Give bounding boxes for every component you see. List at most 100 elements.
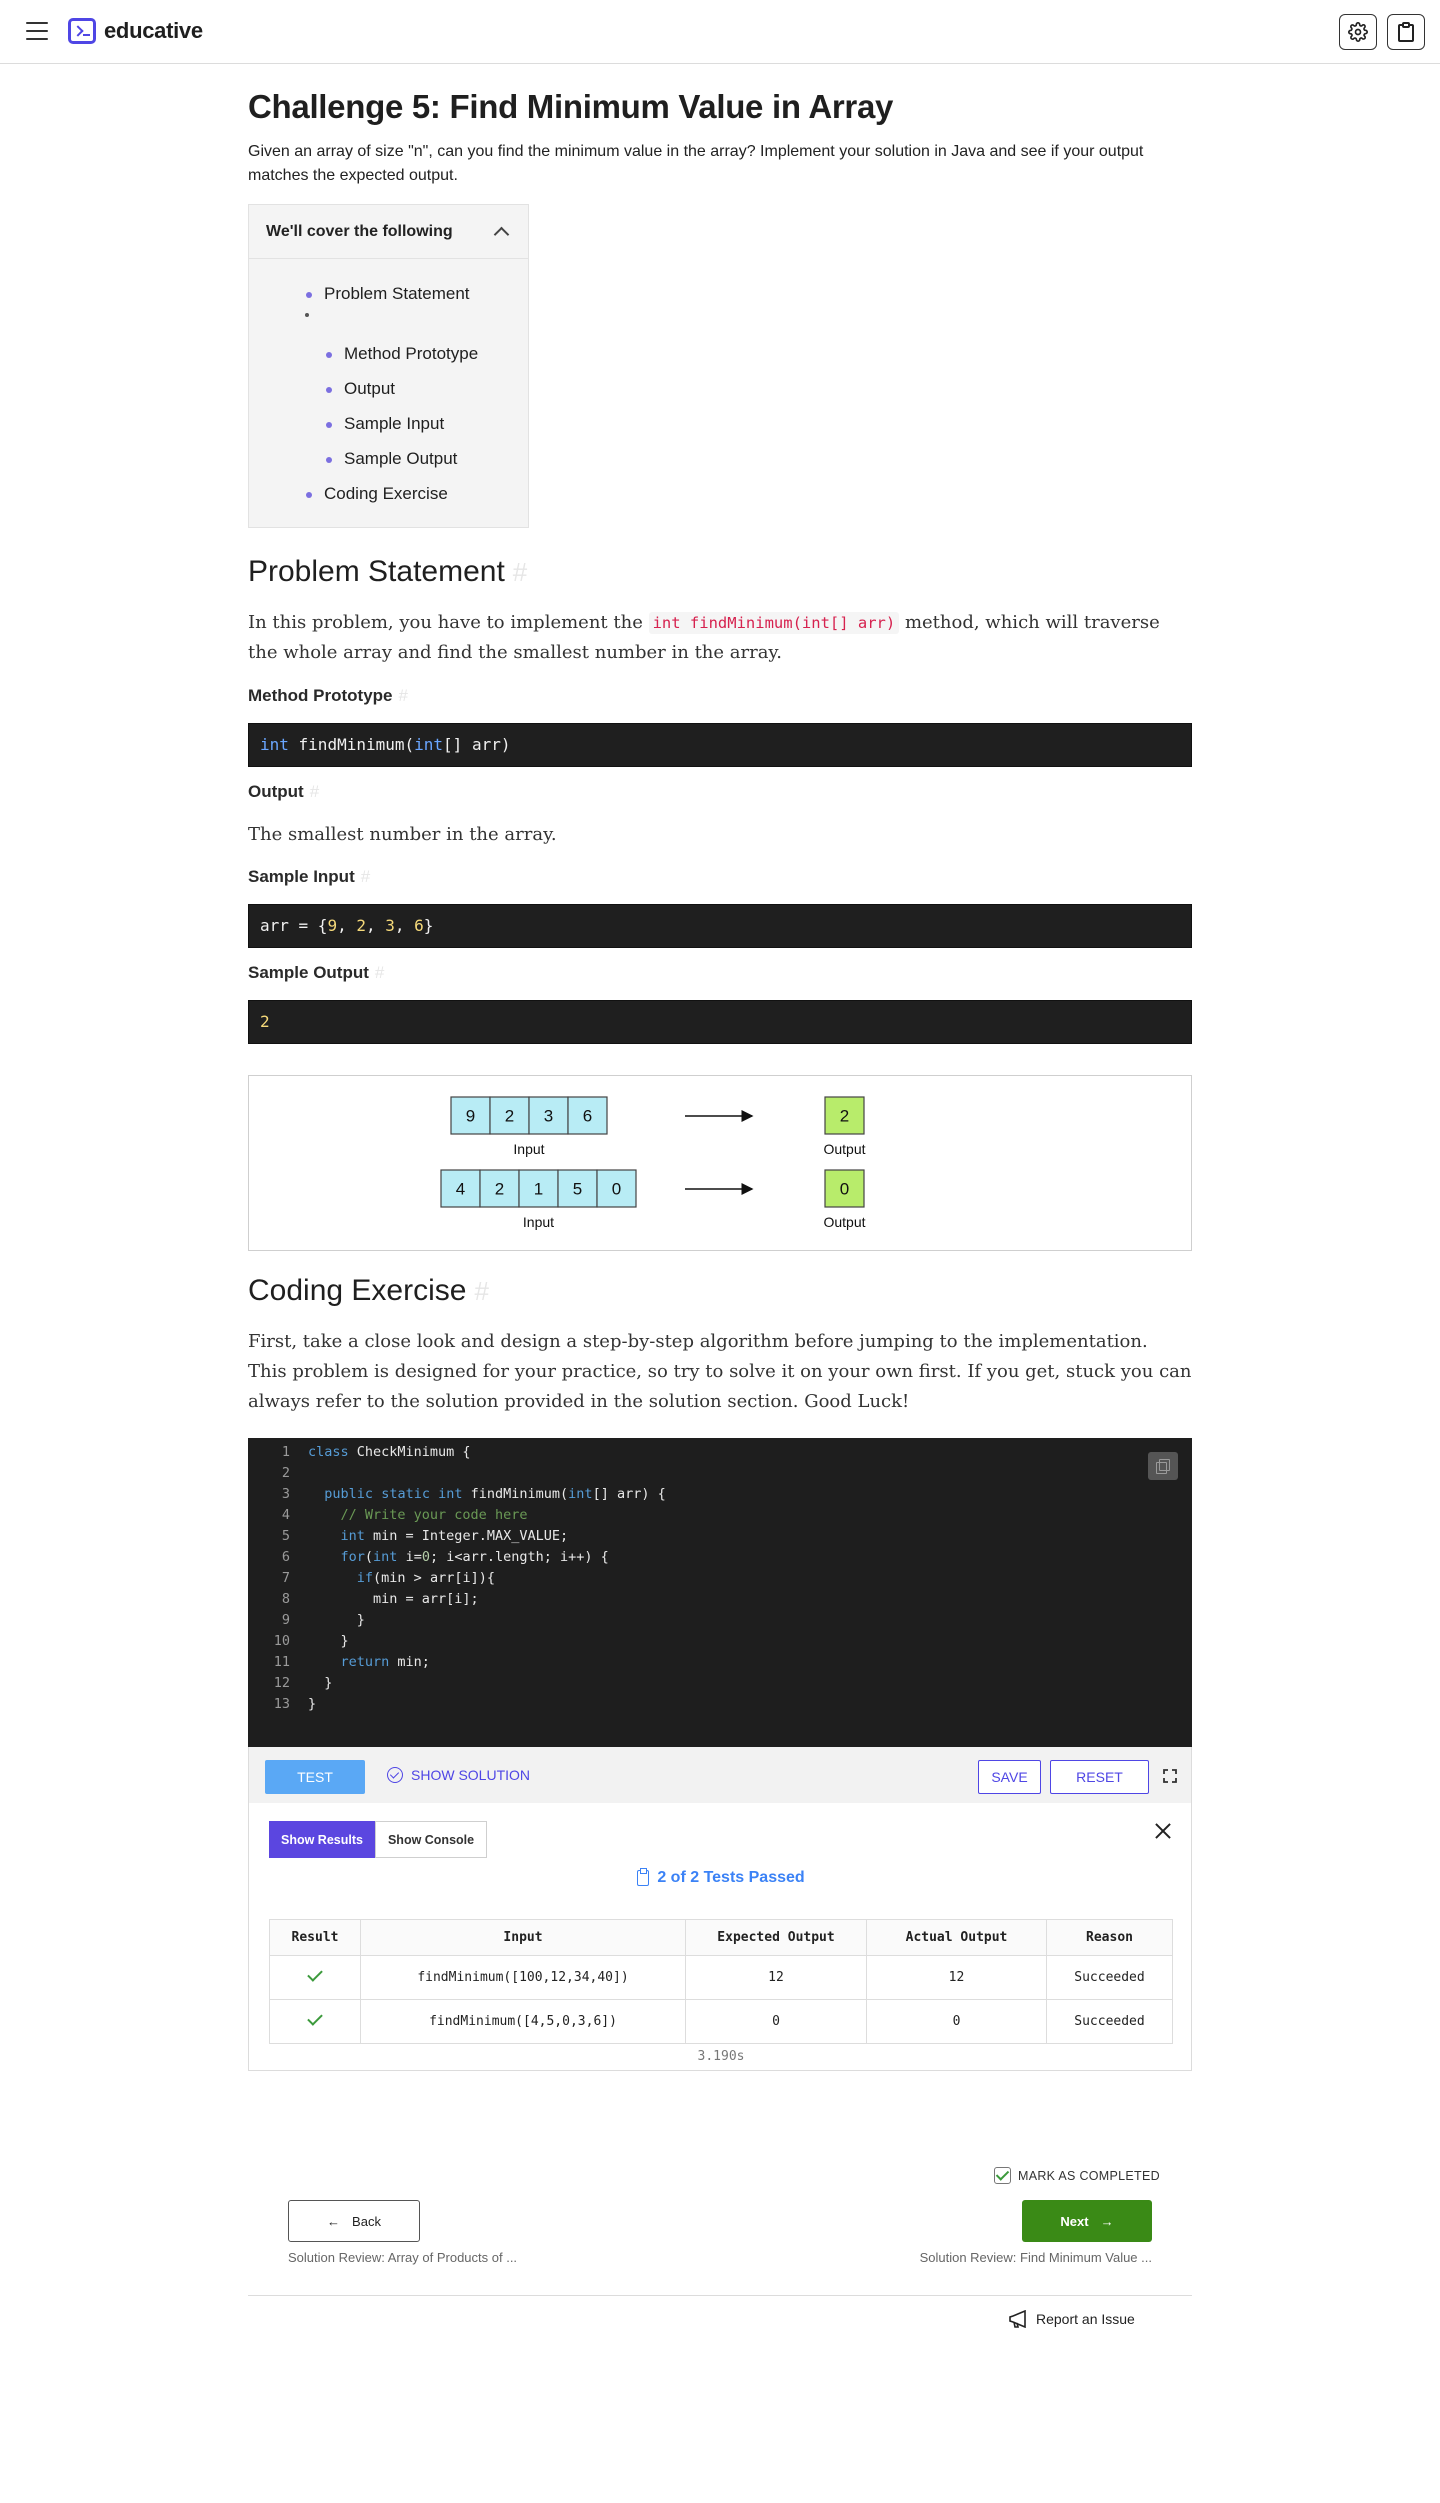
actual-cell: 12 — [866, 1955, 1047, 2000]
reason-cell: Succeeded — [1046, 1999, 1173, 2044]
tests-summary-label: 2 of 2 Tests Passed — [657, 1869, 805, 1886]
notes-button[interactable] — [1387, 14, 1425, 50]
line-number: 7 — [281, 1570, 290, 1586]
code-text: int min = Integer.MAX_VALUE; — [340, 1528, 569, 1544]
line-number: 2 — [281, 1465, 290, 1481]
code-line: 11 return min; — [248, 1654, 1192, 1675]
intro-text: Given an array of size "n", can you find… — [248, 143, 1144, 184]
code-text: } — [308, 1696, 317, 1712]
line-number: 6 — [281, 1549, 290, 1565]
line-number: 3 — [281, 1486, 290, 1502]
show-console-tab[interactable]: Show Console — [374, 1821, 488, 1858]
code-line: 4 // Write your code here — [248, 1507, 1192, 1528]
close-icon[interactable] — [1155, 1823, 1171, 1839]
method-prototype-code: int findMinimum(int[] arr) — [248, 723, 1192, 767]
table-row: findMinimum([4,5,0,3,6]) 0 0 Succeeded — [269, 1999, 1173, 2044]
previous-lesson-link[interactable]: Solution Review: Array of Products of ..… — [288, 2250, 517, 2265]
toc-empty-bullet — [305, 313, 309, 317]
checkbox-checked-icon — [994, 2167, 1011, 2184]
code-text: for(int i=0; i<arr.length; i++) { — [340, 1549, 609, 1565]
chevron-up-icon — [493, 226, 510, 243]
input-label: Input — [513, 1141, 544, 1157]
toc-item-problem-statement[interactable]: Problem Statement — [306, 284, 470, 304]
back-button[interactable]: ← Back — [288, 2200, 420, 2242]
logo[interactable]: educative — [68, 18, 203, 44]
next-lesson-link[interactable]: Solution Review: Find Minimum Value ... — [902, 2250, 1152, 2265]
code-line: 12 } — [248, 1675, 1192, 1696]
input-value: 5 — [573, 1180, 582, 1199]
input-label: Input — [523, 1214, 554, 1230]
next-label: Next — [1060, 2213, 1089, 2229]
next-button[interactable]: Next → — [1022, 2200, 1152, 2242]
input-value: 0 — [612, 1180, 621, 1199]
check-icon — [307, 1966, 323, 1982]
results-table: Result Input Expected Output Actual Outp… — [269, 1919, 1173, 2044]
toc-item-coding-exercise[interactable]: Coding Exercise — [306, 484, 448, 504]
result-cell — [269, 1999, 361, 2044]
save-button[interactable]: SAVE — [978, 1760, 1041, 1794]
table-row: findMinimum([100,12,34,40]) 12 12 Succee… — [269, 1955, 1173, 2000]
sample-output-code: 2 — [248, 1000, 1192, 1044]
show-solution-button[interactable]: SHOW SOLUTION — [387, 1767, 530, 1783]
check-circle-icon — [387, 1767, 403, 1783]
line-number: 1 — [281, 1444, 290, 1460]
reset-button[interactable]: RESET — [1050, 1760, 1149, 1794]
code-text: } — [308, 1612, 365, 1628]
toc-item-method-prototype[interactable]: Method Prototype — [325, 344, 478, 364]
show-solution-label: SHOW SOLUTION — [411, 1767, 531, 1783]
input-value: 3 — [544, 1107, 553, 1126]
input-value: 1 — [534, 1180, 543, 1199]
input-value: 6 — [583, 1107, 592, 1126]
code-text: if(min > arr[i]){ — [356, 1570, 495, 1586]
line-number: 12 — [273, 1675, 290, 1691]
code-text: class CheckMinimum { — [308, 1444, 471, 1460]
column-header: Actual Output — [866, 1919, 1047, 1956]
gear-icon — [1348, 22, 1368, 42]
mark-as-completed[interactable]: MARK AS COMPLETED — [994, 2167, 1160, 2184]
sample-input-code: arr = {9, 2, 3, 6} — [248, 904, 1192, 948]
problem-statement-heading: Problem Statement # — [248, 555, 528, 588]
expected-cell: 0 — [685, 1999, 867, 2044]
page-title: Challenge 5: Find Minimum Value in Array — [248, 88, 894, 125]
line-number: 13 — [273, 1696, 290, 1712]
input-value: 2 — [505, 1107, 514, 1126]
fullscreen-icon[interactable] — [1163, 1769, 1177, 1783]
line-number: 11 — [273, 1654, 290, 1670]
results-tabs: Show Results Show Console — [269, 1821, 488, 1858]
report-issue-label: Report an Issue — [1036, 2311, 1135, 2327]
code-line: 13} — [248, 1696, 1192, 1717]
method-prototype-heading: Method Prototype # — [248, 686, 408, 705]
code-line: 2 — [248, 1465, 1192, 1486]
toc-heading: We'll cover the following — [266, 222, 453, 240]
output-heading: Output # — [248, 782, 320, 801]
input-value: 9 — [466, 1107, 475, 1126]
code-line: 6 for(int i=0; i<arr.length; i++) { — [248, 1549, 1192, 1570]
back-label: Back — [352, 2213, 381, 2229]
toc-item-sample-output[interactable]: Sample Output — [325, 449, 457, 469]
example-figure: 9 2 3 6 Input 2 Output 4 2 1 5 0 Input 0 Output — [248, 1075, 1192, 1251]
tests-summary: 2 of 2 Tests Passed — [249, 1868, 1193, 1887]
check-icon — [307, 2010, 323, 2026]
toc-toggle[interactable]: We'll cover the following — [249, 205, 528, 259]
code-line: 1 class CheckMinimum { — [248, 1444, 1192, 1465]
code-line: 5 int min = Integer.MAX_VALUE; — [248, 1528, 1192, 1549]
menu-icon[interactable] — [26, 22, 48, 40]
settings-button[interactable] — [1339, 14, 1377, 50]
table-of-contents: We'll cover the following Problem Statem… — [248, 204, 529, 528]
code-line: 7 if(min > arr[i]){ — [248, 1570, 1192, 1591]
report-issue-button[interactable]: Report an Issue — [1008, 2310, 1135, 2328]
test-button[interactable]: TEST — [265, 1760, 365, 1794]
sample-input-heading: Sample Input # — [248, 867, 371, 886]
code-line: 10 } — [248, 1633, 1192, 1654]
toc-item-output[interactable]: Output — [325, 379, 395, 399]
code-text: public static int findMinimum(int[] arr)… — [324, 1486, 666, 1502]
divider — [248, 2295, 1192, 2296]
code-text: } — [308, 1633, 349, 1649]
output-text: The smallest number in the array. — [248, 824, 557, 845]
input-value: 2 — [495, 1180, 504, 1199]
code-editor[interactable]: 1 class CheckMinimum { 2 3 public static in… — [248, 1438, 1192, 1747]
table-header-row: Result Input Expected Output Actual Outp… — [269, 1919, 1173, 1956]
toc-item-sample-input[interactable]: Sample Input — [325, 414, 444, 434]
show-results-tab[interactable]: Show Results — [269, 1821, 375, 1858]
line-number: 4 — [281, 1507, 290, 1523]
